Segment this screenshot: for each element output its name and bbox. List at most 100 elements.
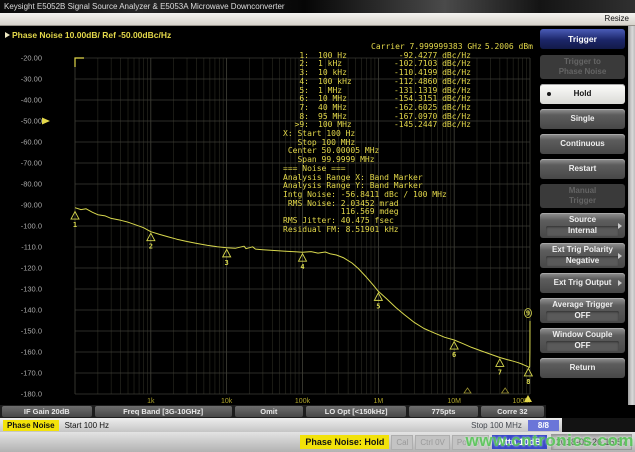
softkey-value: OFF [546, 311, 619, 321]
softkey-label: Source [542, 215, 623, 225]
softkey-hold[interactable]: Hold [540, 84, 625, 104]
svg-text:-90.00: -90.00 [21, 201, 42, 210]
marker-readout: Carrier 7.999999383 GHz 5.2006 dBm 1: 10… [283, 43, 533, 234]
softkey-value: OFF [546, 341, 619, 351]
setting-chip[interactable]: LO Opt [<150kHz] [306, 406, 406, 417]
settings-items: IF Gain 20dB Freq Band [3G-10GHz] Omit L… [0, 405, 546, 418]
softkey-return[interactable]: Return [540, 358, 625, 378]
softkey-ext-trig-output[interactable]: Ext Trig Output [540, 273, 625, 293]
setting-chip[interactable]: Omit [235, 406, 304, 417]
svg-text:7: 7 [498, 368, 502, 376]
main-area: Phase Noise 10.00dB/ Ref -50.00dBc/Hz -2… [0, 26, 635, 405]
plot-area: Phase Noise 10.00dB/ Ref -50.00dBc/Hz -2… [0, 26, 537, 405]
softkey-value: Internal [546, 226, 619, 236]
svg-text:6: 6 [452, 351, 456, 359]
measurement-settings-bar: IF Gain 20dB Freq Band [3G-10GHz] Omit L… [0, 405, 635, 418]
softkey-label: Continuous [560, 139, 604, 148]
svg-text:-150.0: -150.0 [21, 327, 42, 336]
svg-text:-140.0: -140.0 [21, 306, 42, 315]
setting-chip[interactable]: Freq Band [3G-10GHz] [95, 406, 232, 417]
softkey-average-trigger[interactable]: Average Trigger OFF [540, 298, 625, 323]
svg-text:5: 5 [376, 302, 380, 310]
trace-status-bar: Phase Noise Start 100 Hz Stop 100 MHz 8/… [0, 418, 562, 432]
softkey-label: Single [570, 114, 594, 123]
softkey-label: Ext Trig Polarity [542, 245, 623, 255]
softkey-label: Ext Trig Output [554, 278, 612, 287]
menubar: Resize [0, 13, 635, 26]
softkey-ext-trig-polarity[interactable]: Ext Trig Polarity Negative [540, 243, 625, 268]
titlebar[interactable]: Keysight E5052B Signal Source Analyzer &… [0, 0, 635, 13]
trace-indicator-icon [5, 32, 10, 38]
svg-text:-100.0: -100.0 [21, 222, 42, 231]
softkey-label: Window Couple [542, 330, 623, 340]
svg-text:-170.0: -170.0 [21, 369, 42, 378]
selected-bullet-icon [547, 92, 551, 96]
setting-chip[interactable]: Corre 32 [481, 406, 544, 417]
svg-text:-130.0: -130.0 [21, 285, 42, 294]
submenu-arrow-icon [618, 253, 622, 259]
active-trace-chip[interactable]: Phase Noise [3, 420, 59, 431]
svg-text:-50.00: -50.00 [21, 117, 42, 126]
trace-scale-label: Phase Noise 10.00dB/ Ref -50.00dBc/Hz [12, 30, 171, 40]
softkey-label: Trigger [542, 196, 623, 206]
softkey-label: Restart [569, 164, 597, 173]
resize-menu-item[interactable]: Resize [605, 13, 629, 25]
cal-indicator: Cal [391, 435, 413, 450]
app-window: Keysight E5052B Signal Source Analyzer &… [0, 0, 635, 452]
softkey-single[interactable]: Single [540, 109, 625, 129]
softkey-trigger-to-phase-noise: Trigger to Phase Noise [540, 55, 625, 79]
svg-text:10M: 10M [447, 398, 461, 405]
setting-chip[interactable]: 775pts [409, 406, 478, 417]
softkey-menu: Trigger Trigger to Phase Noise Hold Sing… [537, 26, 628, 405]
trace-status-row: Phase Noise Start 100 Hz Stop 100 MHz 8/… [0, 418, 635, 432]
softkey-window-couple[interactable]: Window Couple OFF [540, 328, 625, 353]
submenu-arrow-icon [618, 280, 622, 286]
softkey-restart[interactable]: Restart [540, 159, 625, 179]
svg-text:-160.0: -160.0 [21, 348, 42, 357]
svg-text:8: 8 [526, 378, 530, 386]
svg-text:4: 4 [300, 263, 304, 271]
svg-text:-70.00: -70.00 [21, 159, 42, 168]
instrument-status-bar: Phase Noise: Hold Cal Ctrl 0V Pow 0V Att… [0, 432, 635, 452]
window-edge [628, 26, 635, 405]
svg-text:10k: 10k [221, 398, 233, 405]
softkey-value: Negative [546, 256, 619, 266]
softkey-label: Hold [574, 89, 592, 98]
trace-header[interactable]: Phase Noise 10.00dB/ Ref -50.00dBc/Hz [5, 30, 171, 40]
start-frequency-label: Start 100 Hz [65, 421, 109, 430]
attenuator-chip: Attn 10dB [492, 435, 547, 449]
softkey-label: Manual [542, 186, 623, 196]
svg-text:-60.00: -60.00 [21, 138, 42, 147]
svg-text:-30.00: -30.00 [21, 75, 42, 84]
readout-line: Residual FM: 8.51901 kHz [283, 226, 533, 235]
svg-text:1: 1 [73, 221, 77, 229]
svg-text:-110.0: -110.0 [21, 243, 42, 252]
svg-text:3: 3 [225, 259, 229, 267]
window-title: Keysight E5052B Signal Source Analyzer &… [4, 2, 285, 11]
svg-text:9: 9 [526, 310, 530, 318]
analysis-readout: X: Start 100 Hz Stop 100 MHz Center 50.0… [283, 130, 533, 234]
svg-text:1k: 1k [147, 398, 155, 405]
stop-frequency-label: Stop 100 MHz [471, 421, 522, 430]
marker-value: -145.2447 dBc/Hz [376, 121, 471, 130]
datetime-display: 2018-06-26 16:57 [551, 434, 632, 450]
softkey-source[interactable]: Source Internal [540, 213, 625, 238]
ctrl-indicator: Ctrl 0V [415, 435, 449, 450]
softkey-continuous[interactable]: Continuous [540, 134, 625, 154]
softkey-manual-trigger: Manual Trigger [540, 184, 625, 208]
setting-chip[interactable]: IF Gain 20dB [2, 406, 92, 417]
carrier-power: 5.2006 dBm [485, 43, 533, 52]
svg-text:100k: 100k [295, 398, 311, 405]
softkey-label: Phase Noise [542, 67, 623, 77]
softkey-label: Average Trigger [542, 300, 623, 310]
softkey-label: Trigger to [542, 57, 623, 67]
measurement-state-chip: Phase Noise: Hold [300, 435, 389, 449]
softkey-menu-title: Trigger [540, 29, 625, 49]
svg-text:-180.0: -180.0 [21, 390, 42, 399]
trace-count-badge: 8/8 [528, 420, 559, 431]
submenu-arrow-icon [618, 223, 622, 229]
svg-text:-40.00: -40.00 [21, 96, 42, 105]
svg-text:-20.00: -20.00 [21, 54, 42, 63]
softkey-label: Return [570, 363, 596, 372]
svg-text:-120.0: -120.0 [21, 264, 42, 273]
